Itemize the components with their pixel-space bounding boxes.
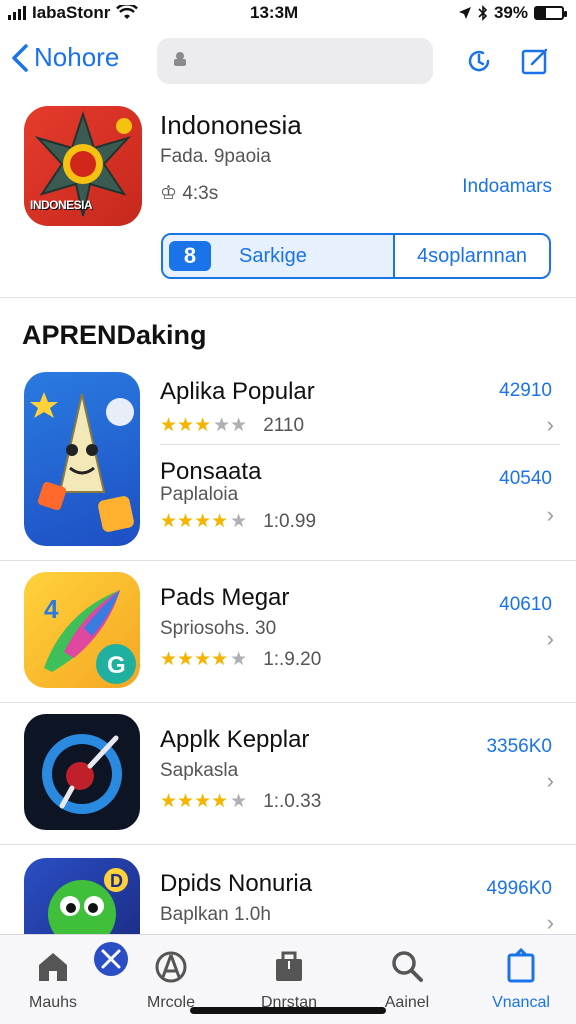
carrier-label: IabaStonr <box>32 3 111 22</box>
tab-updates[interactable]: Vnancal <box>476 947 566 1012</box>
featured-title: Indononesia <box>160 110 302 140</box>
rocket-character-icon <box>24 372 140 546</box>
app-price[interactable]: 4996K0 <box>486 878 552 900</box>
chevron-right-icon: › <box>546 412 554 437</box>
battery-percent: 39% <box>493 3 528 22</box>
star-rating: ★★★★ ★ 1:.9.20 <box>160 648 322 671</box>
status-left: IabaStonr <box>8 3 139 23</box>
app-name: Aplika Popular <box>160 378 315 405</box>
battery-level <box>536 8 547 18</box>
tab-home[interactable]: Mauhs <box>8 947 98 1012</box>
section-title: APRENDaking <box>22 320 207 350</box>
app-price[interactable]: 3356K0 <box>486 736 552 758</box>
nav-bar: Nohore <box>0 34 576 90</box>
app-subtitle: Sapkasla <box>160 760 239 781</box>
featured-meta-value: 4:3s <box>182 183 219 204</box>
back-button[interactable]: Nohore <box>10 42 119 73</box>
tab-search[interactable]: Aainel <box>362 947 452 1012</box>
app-name: Pads Megar <box>160 584 290 611</box>
chevron-right-icon: › <box>546 910 554 935</box>
row-divider <box>0 844 576 845</box>
bag-icon <box>276 951 302 981</box>
tab-label: Vnancal <box>492 994 550 1011</box>
wifi-icon <box>116 5 139 19</box>
featured-link[interactable]: Indoamars <box>462 176 552 198</box>
apps-icon <box>155 951 187 983</box>
svg-text:4: 4 <box>44 594 59 624</box>
chevron-right-icon: › <box>546 768 554 793</box>
tools-badge-icon <box>94 942 128 976</box>
segmented-control: 8 Sarkige 4soplarnnan <box>161 233 551 279</box>
home-indicator[interactable] <box>190 1007 386 1014</box>
app-rating-count: 2110 <box>263 414 305 436</box>
search-icon <box>392 951 423 982</box>
row-divider <box>0 560 576 561</box>
chevron-left-icon <box>12 43 28 72</box>
rocket-icon: 4 G <box>24 572 140 688</box>
segment-left-label: Sarkige <box>239 245 307 267</box>
tab-label: Mauhs <box>28 994 78 1011</box>
row-divider <box>0 702 576 703</box>
segment-right[interactable]: 4soplarnnan <box>395 235 549 277</box>
status-time: 13:3M <box>250 3 299 22</box>
app-rating-count: 1:0.99 <box>263 510 317 532</box>
chevron-right-icon: › <box>546 626 554 651</box>
location-icon <box>458 7 471 19</box>
featured-icon-text: INDONESIA <box>30 198 93 212</box>
signal-icon <box>8 6 26 20</box>
segment-left[interactable]: 8 Sarkige <box>163 235 395 277</box>
star-rating: ★★★ ★★ 2110 <box>160 414 305 437</box>
status-right: 39% <box>458 3 567 23</box>
featured-app-icon: INDONESIA <box>24 106 142 226</box>
app-name: Dpids Nonuria <box>160 870 313 897</box>
chart-icon: ♔ <box>160 183 178 204</box>
star-rating: ★★★★ ★ 1:0.99 <box>160 510 317 533</box>
app-price[interactable]: 40540 <box>499 468 552 490</box>
app-price[interactable]: 42910 <box>499 380 552 402</box>
featured-meta: ♔ 4:3s <box>160 182 218 205</box>
app-rating-count: 1:.9.20 <box>263 648 322 670</box>
search-input[interactable] <box>157 38 433 84</box>
tab-purchases[interactable]: Dnrstan <box>244 947 334 1012</box>
app-rating-count: 1:.0.33 <box>263 790 322 812</box>
chevron-right-icon: › <box>546 502 554 527</box>
battery-icon <box>534 6 567 20</box>
compose-icon[interactable] <box>520 46 550 76</box>
status-bar: IabaStonr 13:3M 39% <box>0 0 576 28</box>
segment-badge-icon: 8 <box>169 241 211 271</box>
compass-icon <box>24 714 140 830</box>
bluetooth-icon <box>478 5 488 21</box>
svg-text:D: D <box>110 871 123 891</box>
app-subtitle: Paplaloia <box>160 484 239 505</box>
featured-subtitle: Fada. 9paoia <box>160 146 271 167</box>
star-rating: ★★★★ ★ 1:.0.33 <box>160 790 322 813</box>
tab-apps[interactable]: Mrcole <box>126 947 216 1012</box>
updates-icon <box>507 947 535 983</box>
row-divider <box>160 444 560 445</box>
app-name: Ponsaata <box>160 458 262 485</box>
app-price[interactable]: 40610 <box>499 594 552 616</box>
refresh-icon[interactable] <box>464 46 494 76</box>
monster-icon: D <box>24 858 140 934</box>
featured-app[interactable]: INDONESIA Indononesia Fada. 9paoia ♔ 4:3… <box>0 98 576 298</box>
app-subtitle: Spriosohs. 30 <box>160 618 277 639</box>
back-label: Nohore <box>34 42 120 72</box>
app-name: Applk Kepplar <box>160 726 310 753</box>
svg-text:G: G <box>107 652 126 679</box>
home-icon <box>39 953 67 981</box>
app-subtitle: Baplkan 1.0h <box>160 904 271 925</box>
search-icon <box>174 52 186 66</box>
